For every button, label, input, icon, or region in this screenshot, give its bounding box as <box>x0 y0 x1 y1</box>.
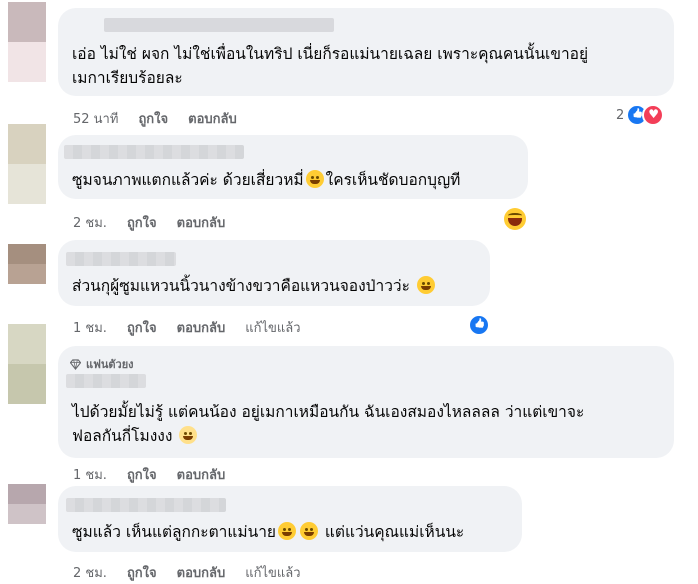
commenter-name[interactable] <box>66 374 146 388</box>
commenter-name[interactable] <box>104 18 334 32</box>
reaction-summary[interactable] <box>504 208 526 230</box>
commenter-name[interactable] <box>66 498 226 512</box>
timestamp[interactable]: 2 ชม. <box>73 212 107 233</box>
comment-text-line: เมกาเรียบร้อยละ <box>72 69 183 87</box>
timestamp[interactable]: 2 ชม. <box>73 562 107 583</box>
comment-text-part: ซูมแล้ว เห็นแต่ลูกกะตาแม่นาย <box>72 523 276 541</box>
comment-actions: 52 นาที ถูกใจ ตอบกลับ <box>73 108 237 129</box>
like-link[interactable]: ถูกใจ <box>127 212 157 233</box>
edited-label[interactable]: แก้ไขแล้ว <box>245 317 300 338</box>
reply-link[interactable]: ตอบกลับ <box>188 108 237 129</box>
smile-emoji-icon <box>416 276 435 294</box>
comment-text-part: ใครเห็นชัดบอกบุญที <box>325 171 461 189</box>
comment-text-line: ฟอลกันกี่โมงงง <box>72 424 199 448</box>
timestamp[interactable]: 1 ชม. <box>73 317 107 338</box>
reaction-summary[interactable]: 2 <box>616 104 665 126</box>
reaction-summary[interactable] <box>468 314 490 336</box>
edited-label[interactable]: แก้ไขแล้ว <box>245 562 300 583</box>
diamond-icon <box>70 358 81 370</box>
reply-link[interactable]: ตอบกลับ <box>177 317 226 338</box>
top-fan-badge[interactable]: แฟนตัวยง <box>70 355 134 373</box>
comment-bubble: ซูมจนภาพแตกแล้วค่ะ ด้วยเสี่ยวหมี่ ใครเห็น… <box>58 135 528 199</box>
comment-text: ซูมจนภาพแตกแล้วค่ะ ด้วยเสี่ยวหมี่ ใครเห็น… <box>72 168 460 192</box>
commenter-name[interactable] <box>66 252 176 266</box>
comment-text-part: ฟอลกันกี่โมงงง <box>72 427 173 445</box>
comment-text: ส่วนกุผู้ซูมแหวนนิ้วนางข้างขวาคือแหวนจอง… <box>72 274 437 298</box>
comment-text-part: ส่วนกุผู้ซูมแหวนนิ้วนางข้างขวาคือแหวนจอง… <box>72 277 410 295</box>
reaction-count: 2 <box>616 107 625 123</box>
avatar[interactable] <box>8 2 46 82</box>
like-link[interactable]: ถูกใจ <box>138 108 168 129</box>
badge-label: แฟนตัวยง <box>86 358 134 371</box>
avatar[interactable] <box>8 324 46 404</box>
comment-text-line: เอ่อ ไม่ใช่ ผจก ไม่ใช่เพื่อนในทริป เนี่ย… <box>72 45 589 63</box>
heart-icon <box>642 104 665 126</box>
comment-text-part: แต่แว่นคุณแม่เห็นนะ <box>324 523 465 541</box>
timestamp[interactable]: 52 นาที <box>73 108 118 129</box>
comment-actions: 2 ชม. ถูกใจ ตอบกลับ แก้ไขแล้ว <box>73 562 301 583</box>
like-icon <box>468 314 490 336</box>
comment-text: ซูมแล้ว เห็นแต่ลูกกะตาแม่นาย แต่แว่นคุณแ… <box>72 520 464 544</box>
avatar[interactable] <box>8 124 46 204</box>
crying-emoji-icon <box>179 426 198 444</box>
comment-actions: 1 ชม. ถูกใจ ตอบกลับ <box>73 464 225 485</box>
comment-text-line: ไปด้วยมั้ยไม่รู้ แต่คนน้อง อยู่เมกาเหมือ… <box>72 403 585 421</box>
reply-link[interactable]: ตอบกลับ <box>177 212 226 233</box>
commenter-name[interactable] <box>64 145 244 159</box>
comment-actions: 1 ชม. ถูกใจ ตอบกลับ แก้ไขแล้ว <box>73 317 301 338</box>
comment-text-part: ซูมจนภาพแตกแล้วค่ะ ด้วยเสี่ยวหมี่ <box>72 171 304 189</box>
comment-bubble: แฟนตัวยง ไปด้วยมั้ยไม่รู้ แต่คนน้อง อยู่… <box>58 346 674 458</box>
laughing-emoji-icon <box>277 522 296 540</box>
like-link[interactable]: ถูกใจ <box>127 562 157 583</box>
haha-icon <box>504 208 526 230</box>
laughing-emoji-icon <box>299 522 318 540</box>
timestamp[interactable]: 1 ชม. <box>73 464 107 485</box>
avatar[interactable] <box>8 244 46 284</box>
comment-bubble: เอ่อ ไม่ใช่ ผจก ไม่ใช่เพื่อนในทริป เนี่ย… <box>58 8 674 96</box>
comment-actions: 2 ชม. ถูกใจ ตอบกลับ <box>73 212 225 233</box>
like-link[interactable]: ถูกใจ <box>127 464 157 485</box>
reply-link[interactable]: ตอบกลับ <box>177 562 226 583</box>
comment-bubble: ซูมแล้ว เห็นแต่ลูกกะตาแม่นาย แต่แว่นคุณแ… <box>58 486 522 552</box>
reply-link[interactable]: ตอบกลับ <box>177 464 226 485</box>
like-link[interactable]: ถูกใจ <box>127 317 157 338</box>
comment-bubble: ส่วนกุผู้ซูมแหวนนิ้วนางข้างขวาคือแหวนจอง… <box>58 240 490 306</box>
avatar[interactable] <box>8 484 46 524</box>
grimace-emoji-icon <box>305 170 324 188</box>
